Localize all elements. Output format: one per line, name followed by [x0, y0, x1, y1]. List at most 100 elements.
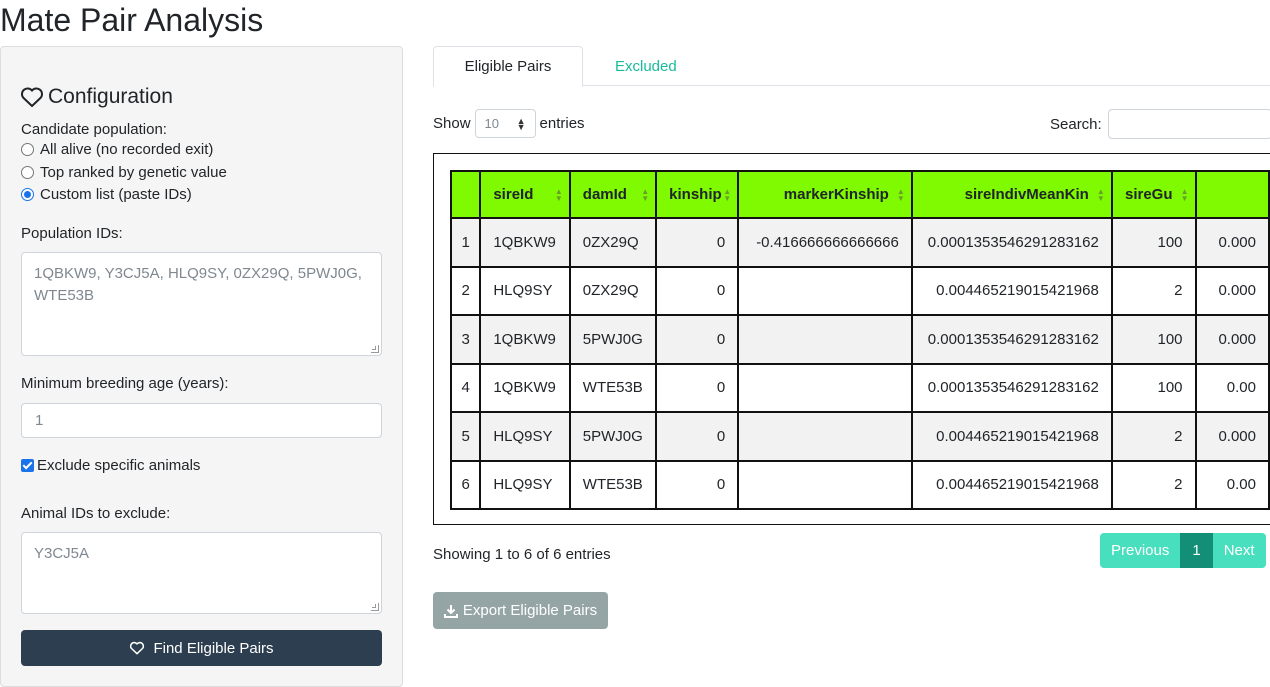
sireindivmeankin-cell: 0.0001353546291283162 [910, 217, 1113, 268]
siregu-cell: 2 [1110, 411, 1197, 462]
column-header-kinship[interactable]: kinship ▲ ▼ [655, 170, 740, 219]
radio-button-selected[interactable] [21, 187, 34, 201]
sort-icon: ▲ ▼ [554, 187, 563, 203]
find-button-label: Find Eligible Pairs [153, 639, 274, 657]
sireindivmeankin-cell: 0.004465219015421968 [910, 265, 1113, 316]
exclude-animals-toggle[interactable]: Exclude specific animals [21, 457, 200, 474]
column-header-next[interactable] [1194, 170, 1270, 219]
tab-excluded[interactable]: Excluded [599, 46, 693, 87]
min-age-input[interactable]: 1 [21, 403, 382, 438]
min-age-label: Minimum breeding age (years): [21, 375, 229, 392]
sireid-cell: HLQ9SY [479, 459, 571, 510]
sireid-cell: 1QBKW9 [479, 362, 571, 413]
entries-select[interactable]: 10 ▲ ▼ [474, 109, 536, 138]
row-index-cell: 4 [449, 362, 482, 413]
column-header-damid[interactable]: damId ▲ ▼ [568, 170, 658, 219]
tab-eligible-pairs[interactable]: Eligible Pairs [433, 46, 583, 87]
column-header-markerkinship[interactable]: markerKinship ▲ ▼ [737, 170, 913, 219]
sort-icon: ▲ ▼ [896, 187, 905, 203]
next-column-cell: 0.000 [1194, 411, 1270, 462]
exclude-checkbox[interactable] [21, 459, 34, 472]
next-column-cell: 0.000 [1194, 314, 1270, 365]
next-column-cell: 0.00 [1194, 459, 1270, 510]
sort-icon: ▲ ▼ [1096, 187, 1105, 203]
population-ids-label: Population IDs: [21, 225, 123, 242]
table-row[interactable]: 5 HLQ9SY 5PWJ0G 0 0.004465219015421968 2 0.000 [449, 411, 1270, 462]
export-eligible-pairs-button[interactable]: Export Eligible Pairs [433, 592, 608, 629]
markerkinship-cell [737, 411, 913, 462]
column-header-sireid[interactable]: sireId ▲ ▼ [479, 170, 571, 219]
configuration-heading: Configuration [20, 84, 173, 110]
kinship-cell: 0 [655, 265, 740, 316]
sireid-cell: HLQ9SY [479, 265, 571, 316]
previous-page-button[interactable]: Previous [1100, 533, 1181, 568]
radio-custom-list[interactable]: Custom list (paste IDs) [21, 184, 192, 204]
markerkinship-cell: -0.416666666666666 [737, 217, 913, 268]
damid-cell: 0ZX29Q [568, 217, 658, 268]
sireid-cell: 1QBKW9 [479, 217, 571, 268]
sort-icon: ▲ ▼ [641, 187, 650, 203]
sireindivmeankin-cell: 0.0001353546291283162 [910, 362, 1113, 413]
table-row[interactable]: 1 1QBKW9 0ZX29Q 0 -0.416666666666666 0.000135… [449, 217, 1270, 268]
pagination: Previous 1 Next [1100, 533, 1266, 568]
damid-cell: 0ZX29Q [568, 265, 658, 316]
sireindivmeankin-cell: 0.0001353546291283162 [910, 314, 1113, 365]
kinship-cell: 0 [655, 411, 740, 462]
row-index-cell: 3 [449, 314, 482, 365]
siregu-cell: 100 [1110, 314, 1197, 365]
entries-label: entries [539, 115, 585, 132]
sort-icon: ▲ ▼ [723, 187, 732, 203]
sort-icon: ▲ ▼ [1180, 187, 1189, 203]
column-header-siregu[interactable]: sireGu ▲ ▼ [1110, 170, 1197, 219]
kinship-cell: 0 [655, 217, 740, 268]
markerkinship-cell [737, 314, 913, 365]
population-ids-input[interactable]: 1QBKW9, Y3CJ5A, HLQ9SY, 0ZX29Q, 5PWJ0G, … [21, 252, 382, 356]
radio-label: Top ranked by genetic value [40, 163, 227, 181]
candidate-population-label: Candidate population: [21, 121, 167, 138]
markerkinship-cell [737, 459, 913, 510]
table-row[interactable]: 2 HLQ9SY 0ZX29Q 0 0.004465219015421968 2 0.000 [449, 265, 1270, 316]
eligible-pairs-table: sireId ▲ ▼ damId ▲ ▼ kinship ▲ ▼ markerKinship… [449, 170, 1270, 510]
radio-button[interactable] [21, 142, 34, 156]
population-ids-placeholder: 1QBKW9, Y3CJ5A, HLQ9SY, 0ZX29Q, 5PWJ0G, … [34, 265, 362, 304]
kinship-cell: 0 [655, 459, 740, 510]
table-row[interactable]: 6 HLQ9SY WTE53B 0 0.004465219015421968 2 0.00 [449, 459, 1270, 510]
radio-label: All alive (no recorded exit) [40, 140, 214, 158]
kinship-cell: 0 [655, 314, 740, 365]
damid-cell: WTE53B [568, 362, 658, 413]
resize-handle[interactable] [371, 603, 379, 611]
sireid-cell: 1QBKW9 [479, 314, 571, 365]
damid-cell: 5PWJ0G [568, 314, 658, 365]
configuration-title: Configuration [48, 85, 173, 108]
table-row[interactable]: 4 1QBKW9 WTE53B 0 0.0001353546291283162 100 0.… [449, 362, 1270, 413]
row-index-cell: 1 [449, 217, 482, 268]
table-header-row: sireId ▲ ▼ damId ▲ ▼ kinship ▲ ▼ markerKinship… [449, 170, 1270, 219]
download-icon [443, 604, 458, 618]
entries-select-value: 10 [484, 116, 499, 131]
siregu-cell: 100 [1110, 362, 1197, 413]
radio-label: Custom list (paste IDs) [40, 185, 192, 203]
sireid-cell: HLQ9SY [479, 411, 571, 462]
find-eligible-pairs-button[interactable]: Find Eligible Pairs [21, 630, 382, 666]
page-title: Mate Pair Analysis [0, 2, 264, 38]
sireindivmeankin-cell: 0.004465219015421968 [910, 459, 1113, 510]
radio-top-ranked[interactable]: Top ranked by genetic value [21, 162, 227, 182]
exclude-checkbox-label: Exclude specific animals [37, 457, 201, 474]
search-input[interactable] [1107, 109, 1270, 139]
siregu-cell: 2 [1110, 265, 1197, 316]
row-index-cell: 6 [449, 459, 482, 510]
result-tabs: Eligible Pairs Excluded [433, 46, 1270, 87]
exclude-ids-input[interactable]: Y3CJ5A [21, 532, 382, 614]
next-column-cell: 0.000 [1194, 217, 1270, 268]
resize-handle[interactable] [371, 345, 379, 353]
table-scroll-container[interactable]: sireId ▲ ▼ damId ▲ ▼ kinship ▲ ▼ markerKinship… [433, 153, 1270, 525]
column-header-sireindivmeankin[interactable]: sireIndivMeanKin ▲ ▼ [910, 170, 1113, 219]
page-1-button[interactable]: 1 [1180, 533, 1213, 568]
radio-all-alive[interactable]: All alive (no recorded exit) [21, 139, 213, 159]
search-label: Search: [1050, 115, 1102, 133]
radio-button[interactable] [21, 165, 34, 179]
column-header-index [449, 170, 482, 219]
markerkinship-cell [737, 265, 913, 316]
table-row[interactable]: 3 1QBKW9 5PWJ0G 0 0.0001353546291283162 100 0.… [449, 314, 1270, 365]
next-page-button[interactable]: Next [1212, 533, 1266, 568]
